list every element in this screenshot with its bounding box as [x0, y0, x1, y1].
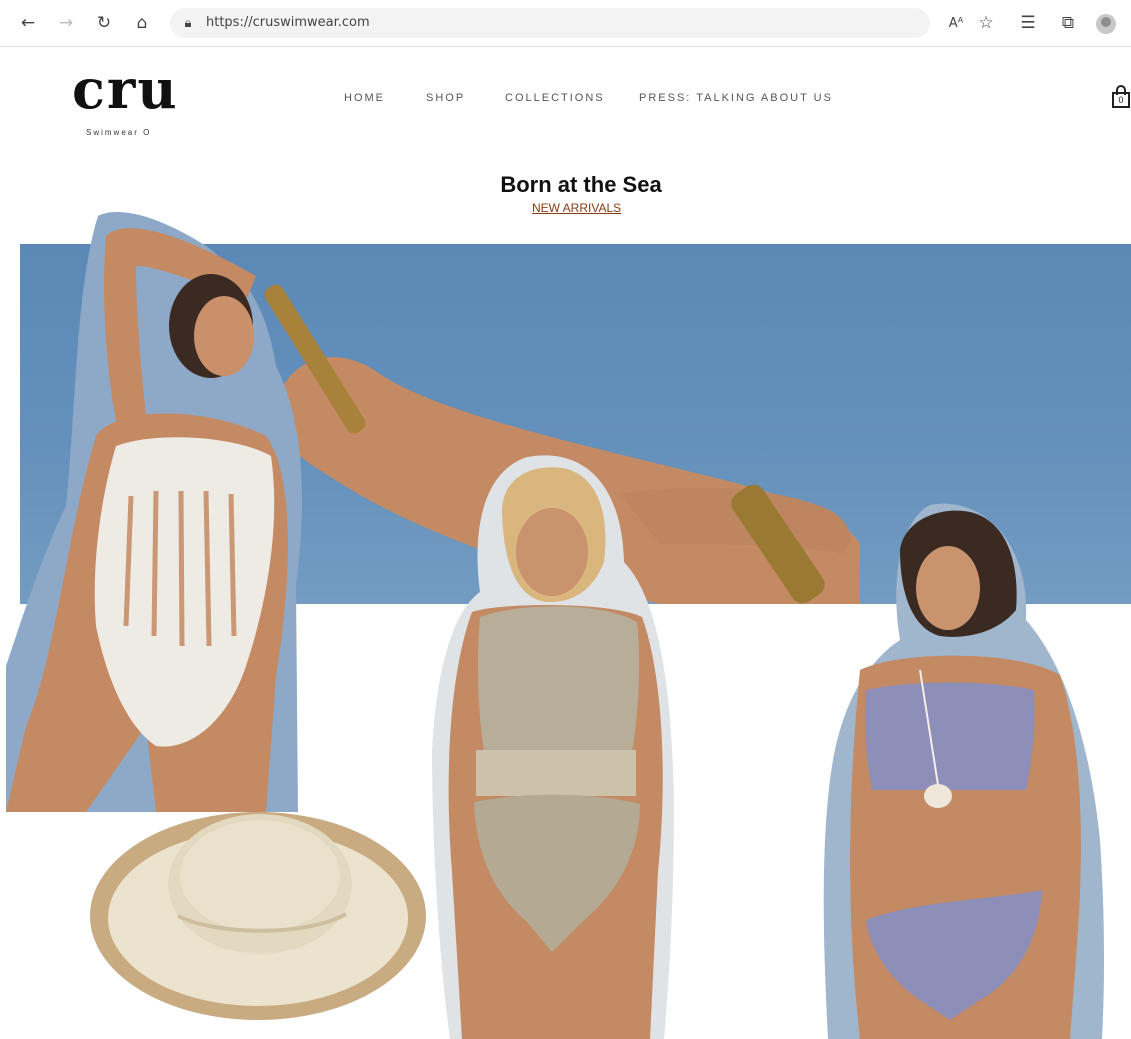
home-icon[interactable]: ⌂	[130, 11, 154, 35]
browser-toolbar: ← → ↻ ⌂ 🔒︎ https://cruswimwear.com Aᴬ ☆ …	[0, 0, 1131, 47]
new-arrivals-link[interactable]: NEW ARRIVALS	[532, 201, 621, 215]
back-arrow-icon[interactable]: ←	[16, 11, 40, 35]
cart-count: 0	[1118, 95, 1124, 105]
read-aloud-icon[interactable]: Aᴬ	[944, 11, 968, 35]
crochet-hat-image[interactable]	[88, 786, 434, 1022]
brand-tagline: Swimwear O	[86, 128, 152, 137]
model-lavender-bikini-image[interactable]	[820, 500, 1108, 1039]
nav-press[interactable]: PRESS: TALKING ABOUT US	[639, 92, 833, 104]
nav-home[interactable]: HOME	[344, 92, 385, 104]
profile-icon[interactable]	[1096, 14, 1116, 34]
nav-shop[interactable]: SHOP	[426, 92, 465, 104]
cart-button[interactable]: 0	[1112, 84, 1131, 110]
add-favorite-icon[interactable]: ☆	[974, 11, 998, 35]
model-white-swimsuit-image[interactable]	[6, 206, 306, 812]
url-text[interactable]: https://cruswimwear.com	[206, 15, 370, 30]
favorites-icon[interactable]: ☰	[1016, 11, 1040, 35]
hero-title: Born at the Sea	[500, 172, 662, 197]
nav-collections[interactable]: COLLECTIONS	[505, 92, 605, 104]
forward-arrow-icon[interactable]: →	[54, 11, 78, 35]
model-beige-swimsuit-image[interactable]	[432, 452, 676, 1039]
brand-logo[interactable]: cru	[72, 62, 179, 116]
lock-icon[interactable]: 🔒︎	[176, 11, 200, 35]
collections-icon[interactable]: ⧉	[1056, 11, 1080, 35]
refresh-icon[interactable]: ↻	[92, 11, 116, 35]
